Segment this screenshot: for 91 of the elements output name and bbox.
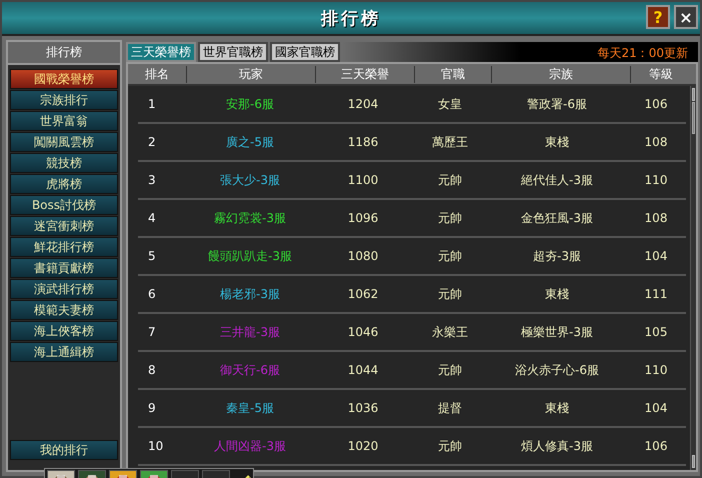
window-title: 排行榜 [321,8,381,30]
sidebar-item[interactable]: 國戰榮譽榜 [10,69,118,89]
table-cell-text: 8 [147,363,157,377]
table-cell-text: 超夯-3服 [532,248,582,264]
sidebar-item[interactable]: 海上通緝榜 [10,342,118,362]
table-cell-text: 元帥 [437,248,463,264]
column-header[interactable]: 玩家 [187,66,316,82]
table-cell-text: 1020 [346,439,380,453]
sidebar-item[interactable]: 虎將榜 [10,174,118,194]
table-cell-text: 1062 [346,287,380,301]
table-cell-text: 1186 [346,135,380,149]
table-cell-text: 2 [147,135,157,149]
player-name: 霧幻霓裳-3服 [213,210,287,226]
scroll-thumb[interactable] [692,102,695,134]
table-cell-text: 東棧 [544,134,570,150]
player-name: 秦皇-5服 [225,400,275,416]
table-cell-text: 女皇 [437,96,463,112]
tab[interactable]: 三天榮譽榜 [126,42,196,62]
table-cell-text: 元帥 [437,362,463,378]
sidebar-item[interactable]: Boss討伐榜 [10,195,118,215]
update-notice: 每天21：00更新 [597,45,688,62]
sidebar-item[interactable]: 海上俠客榜 [10,321,118,341]
column-header[interactable]: 排名 [128,66,187,82]
table-cell-text: 元帥 [437,172,463,188]
player-name: 三井龍-3服 [219,324,281,340]
table-cell-text: 4 [147,211,157,225]
table-cell-text: 1044 [346,363,380,377]
table-cell-text: 1204 [346,97,380,111]
table-cell-text: 106 [644,439,668,453]
table-cell-text: 1080 [346,249,380,263]
player-name: 人間凶器-3服 [213,438,287,454]
table-cell-text: 警政署-6服 [526,96,588,112]
table-cell-text: 煩人修真-3服 [520,438,594,454]
table-cell-text: 萬歷王 [431,134,469,150]
scrollbar[interactable] [690,86,696,470]
table-cell-text: 1096 [346,211,380,225]
sidebar-item[interactable]: 迷宮衝刺榜 [10,216,118,236]
table-cell-text: 6 [147,287,157,301]
table-cell-text: 3 [147,173,157,187]
close-button[interactable]: × [674,5,698,29]
table-cell-text: 元帥 [437,210,463,226]
help-button[interactable]: ? [646,5,670,29]
table-cell-text: 東棧 [544,286,570,302]
table-cell-text: 104 [644,249,668,263]
table-cell-text: 104 [644,401,668,415]
sidebar-item[interactable]: 鮮花排行榜 [10,237,118,257]
table-cell-text: 1046 [346,325,380,339]
table-cell-text: 5 [147,249,157,263]
player-name: 饅頭趴趴走-3服 [207,248,293,264]
table-cell-text: 東棧 [544,400,570,416]
sidebar-item[interactable]: 演武排行榜 [10,279,118,299]
sidebar-item[interactable]: 模範夫妻榜 [10,300,118,320]
table-cell-text: 提督 [437,400,463,416]
sidebar-item[interactable]: 闖關風雲榜 [10,132,118,152]
table-cell-text: 108 [644,135,668,149]
column-header[interactable]: 宗族 [492,66,631,82]
table-cell-text: 金色狂風-3服 [520,210,594,226]
column-header[interactable]: 三天榮譽 [316,66,415,82]
player-name: 廣之-5服 [225,134,275,150]
sidebar-item[interactable]: 競技榜 [10,153,118,173]
sidebar-item[interactable]: 世界富翁 [10,111,118,131]
my-rank-button[interactable]: 我的排行 [10,440,118,460]
player-name: 楊老邪-3服 [219,286,281,302]
tab[interactable]: 國家官職榜 [270,42,340,62]
sidebar-item[interactable]: 宗族排行 [10,90,118,110]
table-cell-text: 110 [644,173,668,187]
table-cell-text: 浴火赤子心-6服 [514,362,600,378]
table-cell-text: 108 [644,211,668,225]
table-cell-text: 7 [147,325,157,339]
player-name: 張大少-3服 [219,172,281,188]
table-cell-text: 元帥 [437,286,463,302]
table-cell-text: 1100 [346,173,380,187]
sidebar-title: 排行榜 [8,42,120,65]
column-header[interactable]: 等級 [631,66,691,82]
table-cell-text: 9 [147,401,157,415]
table-cell-text: 105 [644,325,668,339]
table-cell-text: 10 [147,439,164,453]
table-cell-text: 元帥 [437,438,463,454]
table-cell-text: 極樂世界-3服 [520,324,594,340]
tab[interactable]: 世界官職榜 [198,42,268,62]
table-cell-text: 106 [644,97,668,111]
table-cell-text: 110 [644,363,668,377]
table-cell-text: 絕代佳人-3服 [520,172,594,188]
player-name: 安那-6服 [225,96,275,112]
column-header[interactable]: 官職 [415,66,492,82]
table-cell-text: 111 [644,287,668,301]
table-cell-text: 永樂王 [431,324,469,340]
table-cell-text: 1 [147,97,157,111]
table-cell-text: 1036 [346,401,380,415]
sidebar-item[interactable]: 書籍貢獻榜 [10,258,118,278]
player-name: 御天行-6服 [219,362,281,378]
